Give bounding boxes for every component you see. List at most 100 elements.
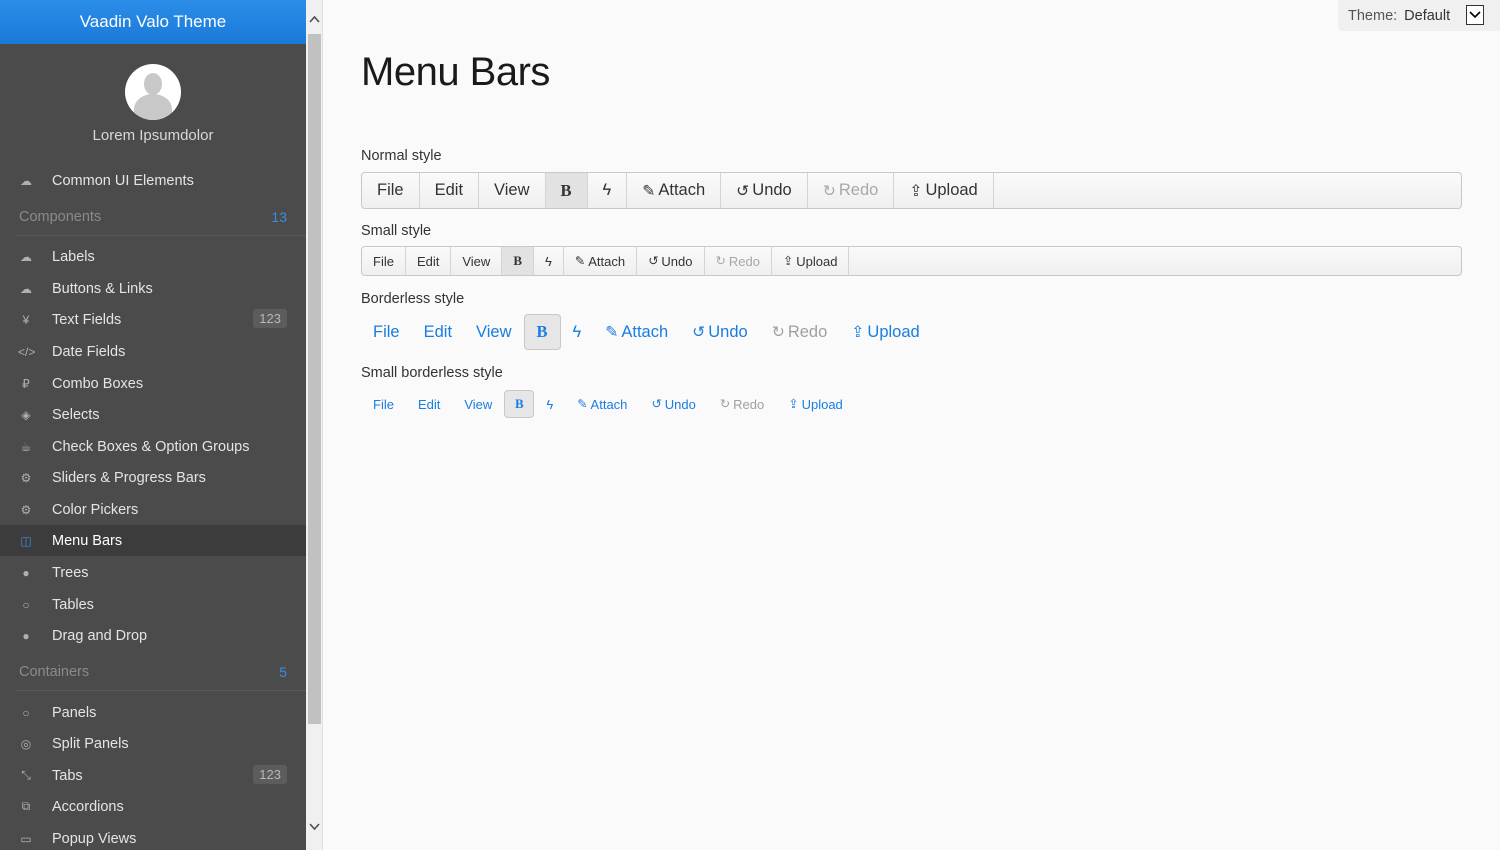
app-title: Vaadin Valo Theme xyxy=(0,0,306,44)
menu-upload[interactable]: ⇪ Upload xyxy=(894,173,994,208)
menu-edit[interactable]: Edit xyxy=(406,247,452,275)
menu-undo[interactable]: ↺ Undo xyxy=(637,247,705,275)
sidebar-item-panels[interactable]: ○ Panels xyxy=(0,697,306,728)
sidebar-item-drag-drop[interactable]: ● Drag and Drop xyxy=(0,620,306,651)
menu-attach[interactable]: ✎ Attach xyxy=(564,247,638,275)
sidebar-item-trees[interactable]: ● Trees xyxy=(0,557,306,588)
sidebar-item-buttons-links[interactable]: ☁ Buttons & Links xyxy=(0,273,306,304)
menu-bold-toggle[interactable]: B xyxy=(504,390,535,418)
menu-item-label: Edit xyxy=(423,322,453,341)
sidebar-item-color-pickers[interactable]: ⚙ Color Pickers xyxy=(0,494,306,525)
menu-edit[interactable]: Edit xyxy=(412,314,464,350)
sidebar-item-split-panels[interactable]: ◎ Split Panels xyxy=(0,728,306,759)
sidebar-item-label: Accordions xyxy=(52,798,124,815)
menu-item-label: View xyxy=(494,181,530,199)
menu-attach[interactable]: ✎ Attach xyxy=(565,390,639,418)
redo-icon: ↻ xyxy=(822,182,836,200)
bolt-icon: ϟ xyxy=(546,396,554,412)
redo-icon: ↻ xyxy=(715,254,726,268)
menu-item-label: View xyxy=(476,322,512,341)
section-count: 13 xyxy=(271,209,287,225)
sidebar-item-menu-bars[interactable]: ◫ Menu Bars xyxy=(0,525,306,556)
menu-upload[interactable]: ⇪ Upload xyxy=(772,247,850,275)
sidebar-item-accordions[interactable]: ⧉ Accordions xyxy=(0,791,306,822)
bold-icon: B xyxy=(560,180,572,200)
section-count: 5 xyxy=(279,664,287,680)
sidebar-item-date-fields[interactable]: </> Date Fields xyxy=(0,336,306,367)
avatar[interactable] xyxy=(125,64,181,120)
menu-bolt[interactable]: ϟ xyxy=(561,314,594,350)
menu-item-label: Undo xyxy=(752,181,792,199)
menu-item-label: Edit xyxy=(417,396,441,412)
menu-view[interactable]: View xyxy=(479,173,546,208)
app-title-name: Valo Theme xyxy=(136,12,227,31)
undo-icon: ↺ xyxy=(736,182,750,200)
menu-bolt[interactable]: ϟ xyxy=(588,173,628,208)
sidebar-item-label: Sliders & Progress Bars xyxy=(52,469,206,486)
menu-undo[interactable]: ↺ Undo xyxy=(721,173,808,208)
sidebar-item-popup-views[interactable]: ▭ Popup Views xyxy=(0,823,306,850)
sidebar-item-labels[interactable]: ☁ Labels xyxy=(0,241,306,272)
menu-file[interactable]: File xyxy=(361,314,412,350)
sidebar-item-common-ui-elements[interactable]: ☁ Common UI Elements xyxy=(0,165,306,196)
small-borderless-style-label: Small borderless style xyxy=(361,365,503,381)
menu-attach[interactable]: ✎ Attach xyxy=(593,314,680,350)
menu-file[interactable]: File xyxy=(362,173,420,208)
scroll-thumb[interactable] xyxy=(308,34,321,724)
sidebar-item-label: Drag and Drop xyxy=(52,627,148,644)
menu-redo[interactable]: ↻ Redo xyxy=(708,390,776,418)
bold-icon: B xyxy=(514,396,524,411)
menu-bolt[interactable]: ϟ xyxy=(534,390,565,418)
normal-style-label: Normal style xyxy=(361,148,442,164)
app-title-prefix: Vaadin xyxy=(79,12,132,31)
upload-icon: ⇪ xyxy=(788,397,799,411)
menu-file[interactable]: File xyxy=(362,247,406,275)
menu-attach[interactable]: ✎ Attach xyxy=(627,173,722,208)
menu-redo[interactable]: ↻ Redo xyxy=(760,314,840,350)
menu-redo[interactable]: ↻ Redo xyxy=(808,173,895,208)
menu-redo[interactable]: ↻ Redo xyxy=(705,247,772,275)
user-name[interactable]: Lorem Ipsumdolor xyxy=(0,127,306,144)
menu-edit[interactable]: Edit xyxy=(420,173,480,208)
sidebar-item-tables[interactable]: ○ Tables xyxy=(0,589,306,620)
menu-edit[interactable]: Edit xyxy=(406,390,452,418)
sidebar-item-check-boxes[interactable]: ☕ Check Boxes & Option Groups xyxy=(0,431,306,462)
menu-file[interactable]: File xyxy=(361,390,406,418)
menu-view[interactable]: View xyxy=(451,247,503,275)
menu-view[interactable]: View xyxy=(452,390,504,418)
paperclip-icon: ✎ xyxy=(605,324,619,341)
sidebar-item-selects[interactable]: ◈ Selects xyxy=(0,399,306,430)
undo-icon: ↺ xyxy=(648,254,659,268)
comments-outline-icon: ○ xyxy=(22,705,30,720)
menu-bold-toggle[interactable]: B xyxy=(523,314,561,350)
menu-view[interactable]: View xyxy=(464,314,523,350)
paperclip-icon: ✎ xyxy=(574,254,586,268)
chevron-down-icon[interactable] xyxy=(1466,5,1484,25)
sidebar-item-text-fields[interactable]: ¥ Text Fields 123 xyxy=(0,304,306,335)
theme-label: Theme: xyxy=(1348,7,1398,24)
menu-bold-toggle[interactable]: B xyxy=(545,173,588,208)
menu-bold-toggle[interactable]: B xyxy=(502,247,534,275)
menu-bolt[interactable]: ϟ xyxy=(534,247,564,275)
menu-item-label: File xyxy=(373,253,394,269)
menu-undo[interactable]: ↺ Undo xyxy=(639,390,707,418)
comments-icon: ● xyxy=(22,628,30,643)
scroll-down-icon[interactable] xyxy=(306,820,323,837)
menu-item-label: Upload xyxy=(867,322,920,341)
sidebar-item-tabs[interactable]: ⤡ Tabs 123 xyxy=(0,760,306,791)
sidebar-scrollbar[interactable] xyxy=(306,0,323,850)
menu-item-label: View xyxy=(464,396,493,412)
bolt-icon: ϟ xyxy=(572,322,582,341)
menu-item-label: Attach xyxy=(658,181,706,199)
paperclip-icon: ✎ xyxy=(642,182,656,200)
sidebar: Vaadin Valo Theme Lorem Ipsumdolor ☁ Com… xyxy=(0,0,306,850)
sidebar-item-sliders[interactable]: ⚙ Sliders & Progress Bars xyxy=(0,462,306,493)
sidebar-item-combo-boxes[interactable]: ₽ Combo Boxes xyxy=(0,368,306,399)
menu-item-label: Edit xyxy=(416,253,440,269)
menu-upload[interactable]: ⇪ Upload xyxy=(776,390,855,418)
sidebar-item-label: Tabs xyxy=(52,767,83,784)
menu-undo[interactable]: ↺ Undo xyxy=(680,314,760,350)
theme-selector[interactable]: Theme: Default xyxy=(1338,0,1500,31)
scroll-up-icon[interactable] xyxy=(306,12,323,29)
menu-upload[interactable]: ⇪ Upload xyxy=(839,314,931,350)
